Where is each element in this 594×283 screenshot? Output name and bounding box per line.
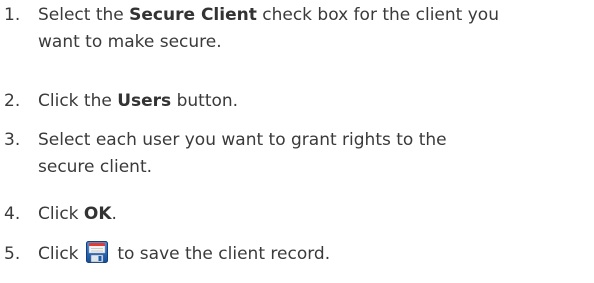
step-text: Select the Secure Client check box for t… <box>38 2 594 56</box>
step-text-after: to save the client record. <box>117 244 331 264</box>
step-text: Click to save the client record. <box>38 241 594 268</box>
step-number: 3. <box>4 130 21 150</box>
step-text-before: Click <box>38 244 79 264</box>
step-number: 2. <box>4 91 21 111</box>
step-text-after: . <box>111 204 117 224</box>
secure-client-term: Secure Client <box>129 5 257 25</box>
step-text-after: button. <box>171 91 239 111</box>
step-text-after: check box for the client you <box>256 5 499 25</box>
step-text: Click the Users button. <box>38 88 594 115</box>
users-term: Users <box>117 91 172 111</box>
step-number: 4. <box>4 204 21 224</box>
step-text-before: Click <box>38 204 84 224</box>
step-text-before: Click the <box>38 91 118 111</box>
step-number: 1. <box>4 5 21 25</box>
step-text-before: Select the <box>38 5 130 25</box>
step-text-line1: Select each user you want to grant right… <box>38 130 447 150</box>
step-text-line2: want to make secure. <box>38 32 222 52</box>
step-text: Select each user you want to grant right… <box>38 127 594 181</box>
step-number: 5. <box>4 244 21 264</box>
ok-term: OK <box>83 204 112 224</box>
save-icon <box>85 241 108 263</box>
step-text: Click OK. <box>38 201 594 228</box>
step-text-line2: secure client. <box>38 157 153 177</box>
